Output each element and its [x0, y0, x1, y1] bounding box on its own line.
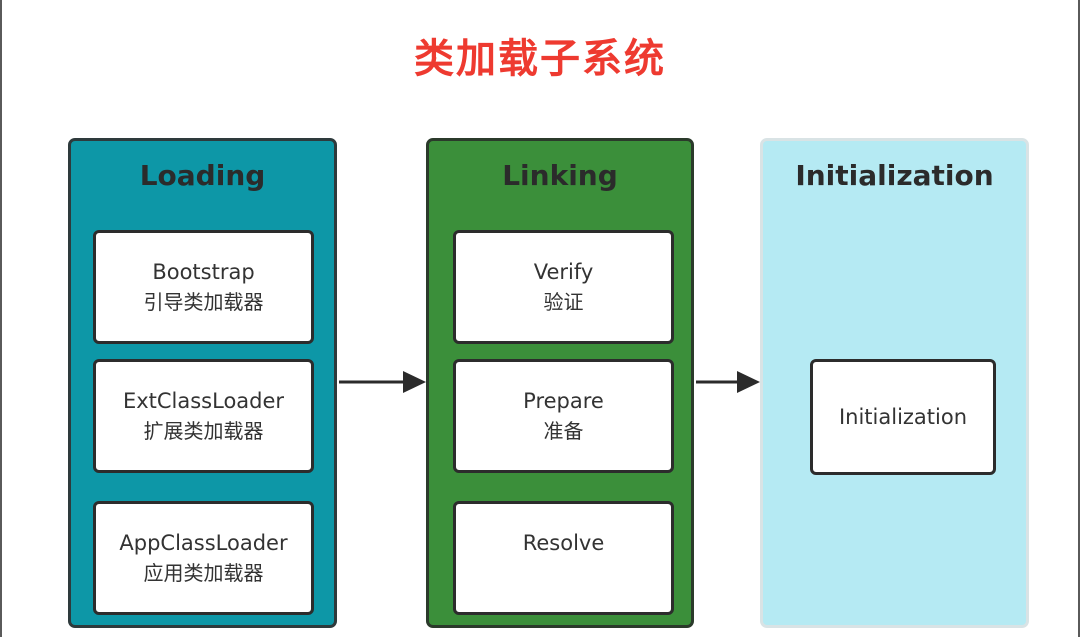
connector-arrows [339, 371, 760, 393]
arrow-linking-to-initialization [696, 371, 760, 393]
arrow-loading-to-linking [339, 371, 426, 393]
